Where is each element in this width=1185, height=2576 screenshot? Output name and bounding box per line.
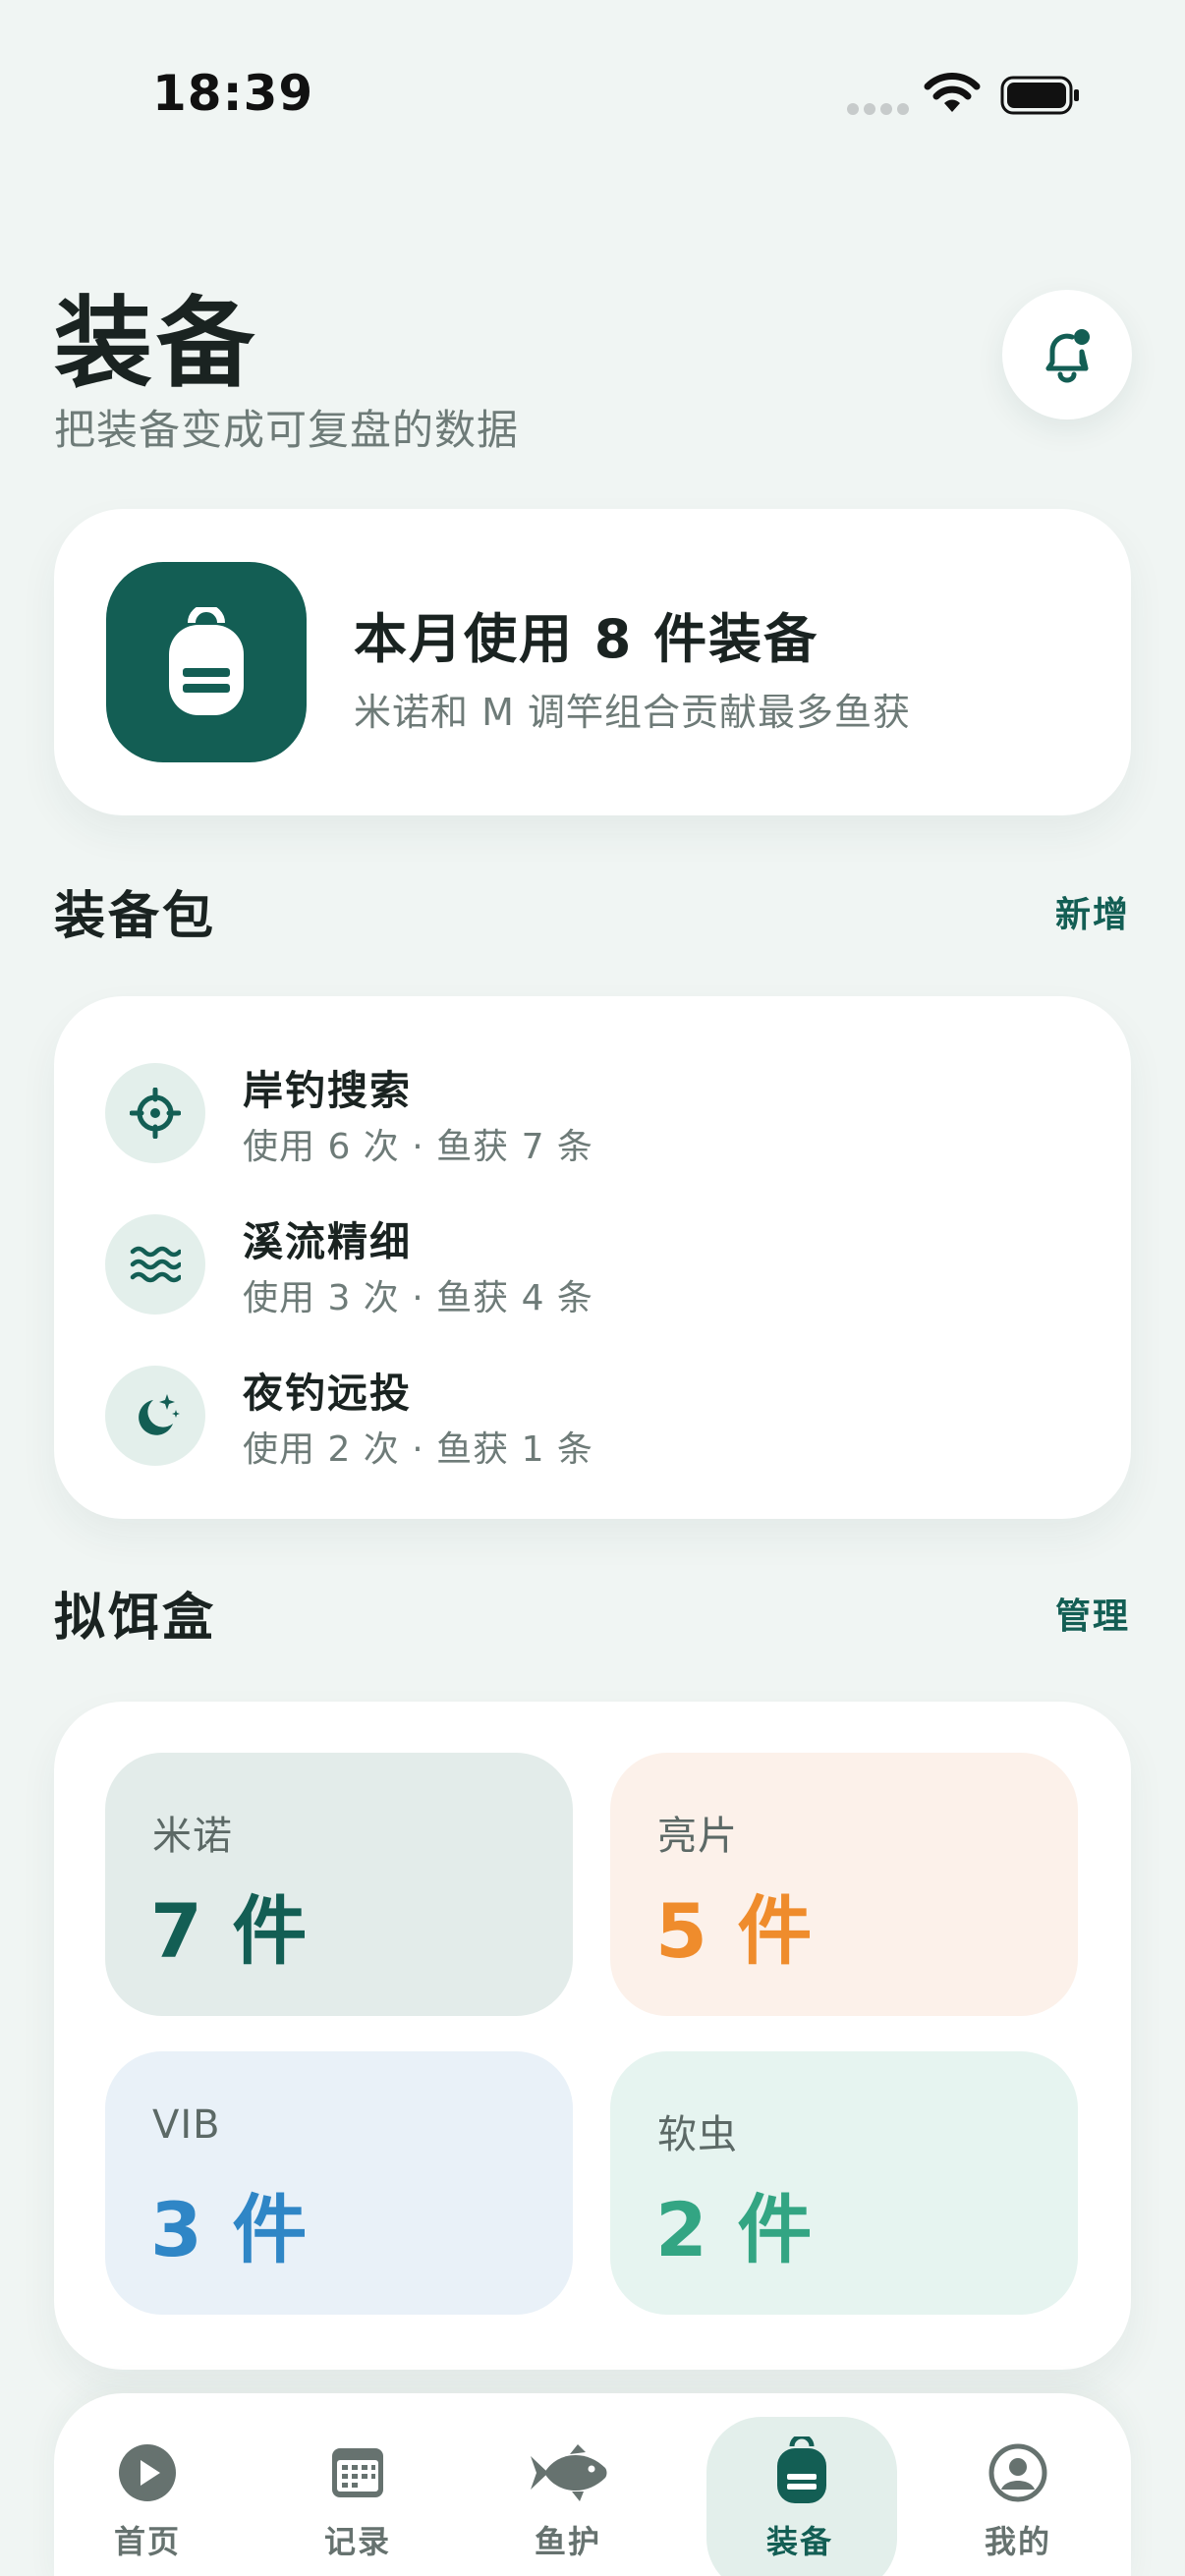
tab-label: 我的 [984,2523,1051,2560]
lure-tile-spoon[interactable]: 亮片 5 件 [610,1753,1078,2016]
lure-box-card: 米诺 7 件 亮片 5 件 VIB 3 件 软虫 2 件 [54,1702,1131,2370]
lure-count: 5 件 [655,1887,815,1975]
summary-title: 本月使用 8 件装备 [354,608,819,670]
kit-stats: 使用 3 次 · 鱼获 4 条 [243,1278,593,1318]
cellular-signal-icon [847,103,909,117]
lure-label: VIB [152,2102,221,2148]
lure-count: 2 件 [655,2186,815,2273]
page-subtitle: 把装备变成可复盘的数据 [54,406,520,454]
lure-label: 软虫 [657,2112,738,2157]
tab-gear[interactable]: 装备 [706,2393,897,2576]
kit-name: 溪流精细 [243,1218,412,1265]
tab-label: 首页 [113,2523,181,2560]
lure-count: 7 件 [150,1887,310,1975]
tab-label: 记录 [323,2523,391,2560]
wifi-icon [924,73,981,112]
kit-item-night-casting[interactable]: 夜钓远投 使用 2 次 · 鱼获 1 条 [105,1356,989,1474]
tab-records[interactable]: 记录 [264,2393,451,2576]
summary-description: 米诺和 M 调竿组合贡献最多鱼获 [354,691,911,734]
bell-notification-icon [1045,329,1090,383]
notification-button[interactable] [1002,290,1132,420]
waves-icon [130,1246,181,1283]
summary-badge [106,562,307,762]
kit-item-shore-search[interactable]: 岸钓搜索 使用 6 次 · 鱼获 7 条 [105,1053,989,1171]
kit-stats: 使用 6 次 · 鱼获 7 条 [243,1127,593,1167]
kit-icon-badge [105,1214,205,1315]
kits-card: 岸钓搜索 使用 6 次 · 鱼获 7 条 溪流精细 使用 3 次 · 鱼获 4 … [54,996,1131,1519]
battery-icon [1000,76,1079,115]
crosshair-icon [130,1088,181,1139]
manage-lures-button[interactable]: 管理 [1055,1588,1130,1639]
kit-stats: 使用 2 次 · 鱼获 1 条 [243,1429,593,1470]
page-title: 装备 [54,286,258,401]
lure-label: 亮片 [657,1814,738,1859]
fish-icon [531,2444,607,2501]
tab-label: 鱼护 [534,2523,601,2560]
bottom-tab-bar: 首页 记录 鱼护 装备 我的 [54,2393,1131,2576]
kit-icon-badge [105,1063,205,1163]
kit-item-stream-finesse[interactable]: 溪流精细 使用 3 次 · 鱼获 4 条 [105,1204,989,1322]
status-time: 18:39 [152,65,314,122]
kit-name: 夜钓远投 [243,1370,412,1417]
lures-section-title: 拟饵盒 [54,1589,217,1648]
add-kit-button[interactable]: 新增 [1055,886,1130,937]
lure-count: 3 件 [150,2186,310,2273]
backpack-icon [169,607,244,715]
status-bar: 18:39 [0,0,1185,196]
kits-section-title: 装备包 [54,887,217,946]
kit-name: 岸钓搜索 [243,1067,412,1114]
lure-tile-soft-bait[interactable]: 软虫 2 件 [610,2051,1078,2315]
backpack-icon [777,2436,826,2503]
profile-icon [988,2443,1047,2502]
tab-home[interactable]: 首页 [54,2393,241,2576]
play-circle-icon [119,2444,176,2501]
calendar-icon [332,2448,383,2497]
kit-icon-badge [105,1366,205,1466]
lure-tile-vib[interactable]: VIB 3 件 [105,2051,573,2315]
tab-label: 装备 [765,2523,833,2560]
lure-tile-minnow[interactable]: 米诺 7 件 [105,1753,573,2016]
lure-label: 米诺 [152,1814,233,1859]
tab-fish-keeper[interactable]: 鱼护 [475,2393,661,2576]
tab-profile[interactable]: 我的 [925,2393,1111,2576]
monthly-summary-card[interactable]: 本月使用 8 件装备 米诺和 M 调竿组合贡献最多鱼获 [54,509,1131,815]
moon-stars-icon [139,1394,180,1435]
